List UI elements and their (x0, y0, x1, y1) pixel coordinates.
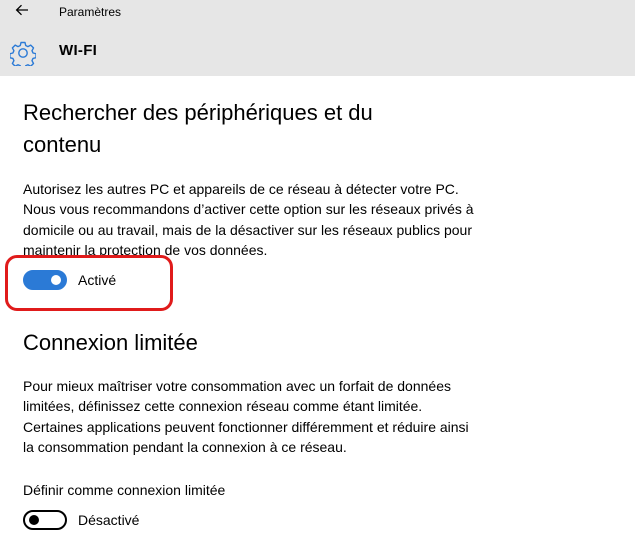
metered-description: Pour mieux maîtriser votre consommation … (23, 378, 469, 455)
metered-heading: Connexion limitée (23, 330, 198, 355)
discovery-toggle-label: Activé (78, 272, 117, 288)
back-button[interactable] (8, 2, 36, 22)
discovery-description: Autorisez les autres PC et appareils de … (23, 181, 474, 258)
discovery-toggle-row[interactable]: Activé (23, 270, 116, 290)
discovery-description-block: Autorisez les autres PC et appareils de … (23, 179, 483, 260)
metered-toggle[interactable] (23, 510, 67, 530)
metered-section: Connexion limitée (23, 327, 403, 359)
toggle-knob (29, 515, 39, 525)
app-title: Paramètres (59, 5, 122, 19)
page-title: WI-FI (59, 42, 98, 59)
discovery-toggle[interactable] (23, 270, 67, 290)
discovery-section: Rechercher des périphériques et du conte… (23, 97, 403, 161)
header-bar: Paramètres WI-FI (0, 0, 635, 76)
discovery-heading: Rechercher des périphériques et du conte… (23, 100, 373, 157)
arrow-left-icon (15, 3, 29, 21)
toggle-knob (51, 275, 61, 285)
metered-field-label: Définir comme connexion limitée (23, 482, 226, 498)
metered-toggle-row[interactable]: Désactivé (23, 510, 139, 530)
metered-description-block: Pour mieux maîtriser votre consommation … (23, 376, 483, 457)
gear-icon (9, 40, 37, 70)
metered-toggle-label: Désactivé (78, 512, 140, 528)
